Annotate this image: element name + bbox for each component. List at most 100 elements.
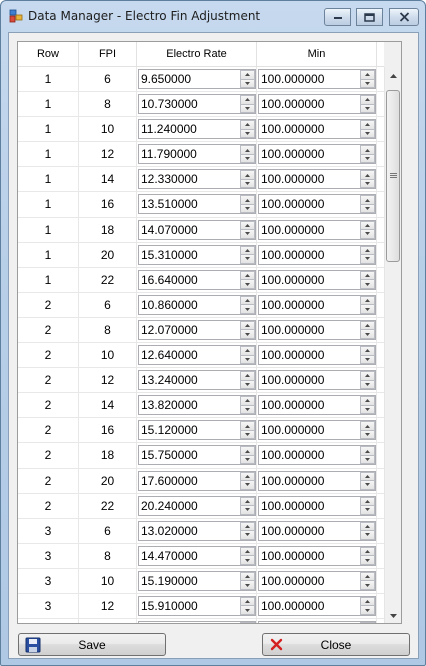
min-spinner[interactable]: 100.000000	[258, 545, 376, 566]
min-value[interactable]: 100.000000	[261, 72, 324, 87]
table-row[interactable]: 2 18 15.750000 100.000000	[18, 443, 388, 469]
spin-up-button[interactable]	[240, 120, 255, 130]
spin-down-button[interactable]	[240, 230, 255, 239]
table-row[interactable]: 1 12 11.790000 100.000000	[18, 142, 388, 168]
spin-down-button[interactable]	[240, 79, 255, 88]
spin-down-button[interactable]	[360, 79, 375, 88]
electro-rate-value[interactable]: 15.190000	[141, 574, 198, 589]
spin-down-button[interactable]	[240, 531, 255, 540]
min-value[interactable]: 100.000000	[261, 197, 324, 212]
min-value[interactable]: 100.000000	[261, 348, 324, 363]
spin-down-button[interactable]	[240, 430, 255, 440]
spin-up-button[interactable]	[240, 471, 255, 481]
electro-rate-spinner[interactable]: 12.070000	[138, 319, 256, 340]
min-value[interactable]: 100.000000	[261, 423, 324, 438]
table-row[interactable]: 2 6 10.860000 100.000000	[18, 292, 388, 318]
spin-up-button[interactable]	[360, 220, 375, 231]
spin-down-button[interactable]	[240, 380, 255, 390]
spin-up-button[interactable]	[360, 295, 375, 306]
min-value[interactable]: 100.000000	[261, 248, 324, 263]
min-spinner[interactable]: 100.000000	[258, 294, 376, 315]
electro-rate-spinner[interactable]: 10.860000	[138, 294, 256, 315]
data-grid[interactable]: Row FPI Electro Rate Min 1 6 9.650000 100.0…	[17, 41, 402, 624]
min-spinner[interactable]: 100.000000	[258, 194, 376, 215]
spin-down-button[interactable]	[360, 179, 375, 189]
spin-up-button[interactable]	[240, 170, 255, 180]
spin-down-button[interactable]	[240, 606, 255, 615]
table-row[interactable]: 3 10 15.190000 100.000000	[18, 568, 388, 594]
spin-down-button[interactable]	[360, 481, 375, 490]
spin-down-button[interactable]	[360, 506, 375, 515]
spin-down-button[interactable]	[360, 355, 375, 365]
spin-up-button[interactable]	[360, 195, 375, 205]
electro-rate-value[interactable]: 14.070000	[141, 223, 198, 238]
min-spinner[interactable]: 100.000000	[258, 370, 376, 391]
spin-down-button[interactable]	[240, 581, 255, 590]
spin-up-button[interactable]	[240, 70, 255, 80]
electro-rate-spinner[interactable]: 11.240000	[138, 119, 256, 140]
electro-rate-spinner[interactable]: 14.070000	[138, 219, 256, 240]
spin-up-button[interactable]	[240, 245, 255, 256]
spin-up-button[interactable]	[240, 346, 255, 356]
min-value[interactable]: 100.000000	[261, 574, 324, 589]
min-spinner[interactable]: 100.000000	[258, 269, 376, 290]
electro-rate-spinner[interactable]: 16.640000	[138, 269, 256, 290]
spin-up-button[interactable]	[360, 95, 375, 105]
spin-up-button[interactable]	[240, 195, 255, 205]
table-row[interactable]: 2 14 13.820000 100.000000	[18, 393, 388, 419]
min-value[interactable]: 100.000000	[261, 298, 324, 313]
title-bar[interactable]: Data Manager - Electro Fin Adjustment	[1, 1, 425, 31]
spin-up-button[interactable]	[240, 371, 255, 381]
electro-rate-spinner[interactable]: 9.650000	[138, 69, 256, 89]
spin-up-button[interactable]	[360, 622, 375, 623]
spin-down-button[interactable]	[240, 104, 255, 114]
electro-rate-spinner[interactable]: 13.240000	[138, 370, 256, 391]
min-value[interactable]: 100.000000	[261, 499, 324, 514]
spin-up-button[interactable]	[360, 270, 375, 281]
spin-up-button[interactable]	[240, 396, 255, 406]
min-spinner[interactable]: 100.000000	[258, 219, 376, 240]
min-spinner[interactable]: 100.000000	[258, 445, 376, 466]
scrollbar-thumb[interactable]	[386, 90, 400, 262]
spin-up-button[interactable]	[360, 371, 375, 381]
table-row[interactable]: 31416.610000100.000000	[18, 619, 388, 623]
min-value[interactable]: 100.000000	[261, 172, 324, 187]
min-value[interactable]: 100.000000	[261, 599, 324, 614]
electro-rate-value[interactable]: 10.860000	[141, 298, 198, 313]
column-header-electro-rate[interactable]: Electro Rate	[137, 42, 257, 67]
electro-rate-value[interactable]: 12.330000	[141, 172, 198, 187]
min-value[interactable]: 100.000000	[261, 97, 324, 112]
min-spinner[interactable]: 100.000000	[258, 244, 376, 265]
spin-down-button[interactable]	[360, 204, 375, 214]
spin-up-button[interactable]	[240, 320, 255, 331]
electro-rate-value[interactable]: 15.750000	[141, 448, 198, 463]
spin-up-button[interactable]	[360, 546, 375, 557]
spin-down-button[interactable]	[240, 204, 255, 214]
spin-down-button[interactable]	[360, 154, 375, 164]
scroll-up-button[interactable]	[385, 67, 401, 84]
electro-rate-value[interactable]: 11.790000	[141, 147, 197, 162]
spin-up-button[interactable]	[360, 245, 375, 256]
table-row[interactable]: 1 20 15.310000 100.000000	[18, 242, 388, 268]
spin-up-button[interactable]	[240, 145, 255, 155]
electro-rate-value[interactable]: 20.240000	[141, 499, 198, 514]
min-spinner[interactable]: 100.000000	[258, 621, 376, 623]
table-row[interactable]: 2 8 12.070000 100.000000	[18, 317, 388, 344]
spin-up-button[interactable]	[360, 170, 375, 180]
electro-rate-value[interactable]: 10.730000	[141, 97, 198, 112]
table-row[interactable]: 1 6 9.650000 100.000000	[18, 67, 388, 93]
table-row[interactable]: 1 8 10.730000 100.000000	[18, 92, 388, 118]
electro-rate-value[interactable]: 13.240000	[141, 373, 198, 388]
min-spinner[interactable]: 100.000000	[258, 345, 376, 366]
electro-rate-spinner[interactable]: 20.240000	[138, 495, 256, 516]
spin-down-button[interactable]	[240, 255, 255, 264]
spin-up-button[interactable]	[240, 546, 255, 557]
electro-rate-value[interactable]: 14.470000	[141, 549, 198, 564]
spin-down-button[interactable]	[240, 481, 255, 490]
electro-rate-value[interactable]: 16.640000	[141, 273, 198, 288]
spin-down-button[interactable]	[240, 129, 255, 139]
spin-up-button[interactable]	[360, 446, 375, 456]
min-value[interactable]: 100.000000	[261, 323, 324, 338]
spin-down-button[interactable]	[240, 280, 255, 289]
spin-up-button[interactable]	[240, 95, 255, 105]
